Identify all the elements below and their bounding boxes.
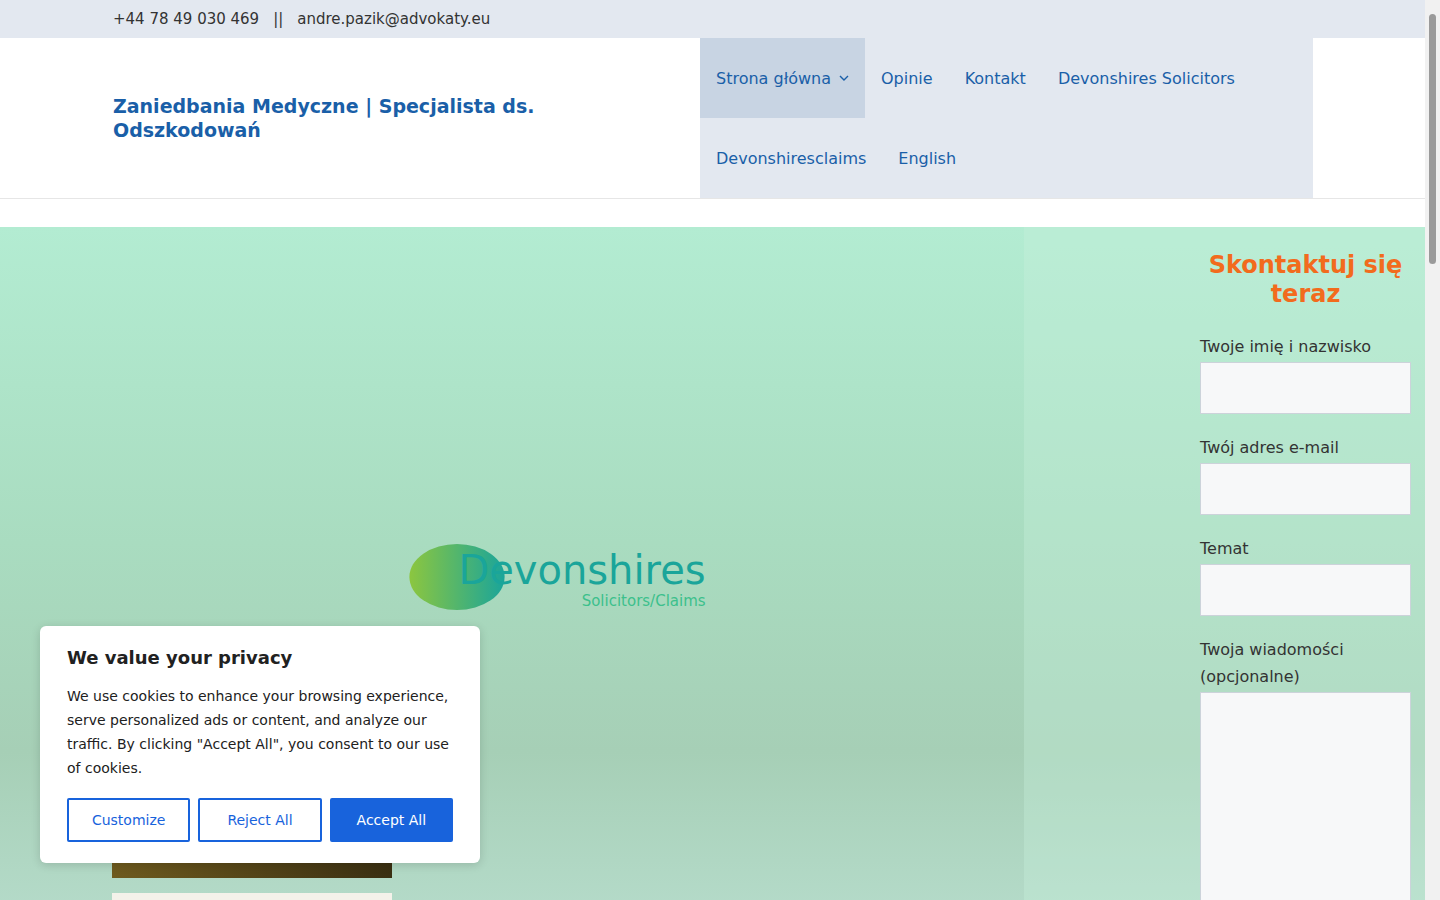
email[interactable]: andre.pazik@advokaty.eu xyxy=(297,10,490,28)
nav-item[interactable]: Kontakt xyxy=(949,38,1042,118)
nav-item[interactable]: Devonshires Solicitors xyxy=(1042,38,1251,118)
contact-panel: Skontaktuj się teraz Twoje imię i nazwis… xyxy=(1024,227,1425,900)
text-input[interactable] xyxy=(1200,564,1411,616)
chevron-down-icon xyxy=(839,75,849,81)
form-field: Twoja wiadomości (opcjonalne) xyxy=(1200,636,1411,900)
logo[interactable]: Devonshires Solicitors/Claims xyxy=(458,543,705,613)
header: Zaniedbania Medyczne | Specjalista ds. O… xyxy=(0,38,1425,199)
form-field: Temat xyxy=(1200,535,1411,616)
top-bar: +44 78 49 030 469 || andre.pazik@advokat… xyxy=(0,0,1425,38)
nav-item[interactable]: Strona główna xyxy=(700,38,865,118)
scrollbar-thumb[interactable] xyxy=(1429,14,1436,264)
text-input[interactable] xyxy=(1200,362,1411,414)
cookie-button[interactable]: Accept All xyxy=(330,798,453,842)
text-input[interactable] xyxy=(1200,463,1411,515)
nav-menu: Strona główna Opinie Kontakt Devonshires… xyxy=(700,38,1313,198)
form-title: Skontaktuj się teraz xyxy=(1200,251,1411,309)
nav-item[interactable]: Devonshiresclaims xyxy=(700,118,882,198)
message-textarea[interactable] xyxy=(1200,692,1411,900)
main: +44 78 49 030 469 || andre.pazik@advokat… xyxy=(0,0,1425,900)
nav-item[interactable]: English xyxy=(882,118,972,198)
cookie-button[interactable]: Customize xyxy=(67,798,190,842)
scrollbar[interactable] xyxy=(1425,0,1440,900)
cookie-buttons: CustomizeReject AllAccept All xyxy=(67,798,453,842)
nav-item[interactable]: Opinie xyxy=(865,38,949,118)
cookie-title: We value your privacy xyxy=(67,646,453,670)
separator: || xyxy=(273,10,283,28)
cookie-banner: We value your privacy We use cookies to … xyxy=(40,626,480,863)
field-label: Twój adres e-mail xyxy=(1200,434,1411,461)
form-field: Twoje imię i nazwisko xyxy=(1200,333,1411,414)
award-badge xyxy=(112,893,392,900)
site-title[interactable]: Zaniedbania Medyczne | Specjalista ds. O… xyxy=(113,94,583,142)
field-label: Twoja wiadomości (opcjonalne) xyxy=(1200,636,1411,690)
form-field: Twój adres e-mail xyxy=(1200,434,1411,515)
phone[interactable]: +44 78 49 030 469 xyxy=(113,10,259,28)
cookie-button[interactable]: Reject All xyxy=(198,798,321,842)
page: +44 78 49 030 469 || andre.pazik@advokat… xyxy=(0,0,1440,900)
contact-form: Skontaktuj się teraz Twoje imię i nazwis… xyxy=(1200,251,1411,900)
field-label: Temat xyxy=(1200,535,1411,562)
spacer xyxy=(0,199,1425,227)
cookie-text: We use cookies to enhance your browsing … xyxy=(67,684,453,780)
field-label: Twoje imię i nazwisko xyxy=(1200,333,1411,360)
